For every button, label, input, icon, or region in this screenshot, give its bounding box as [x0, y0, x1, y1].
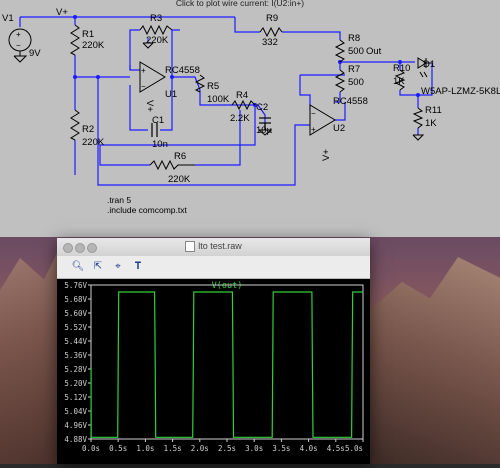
- x-tick-label: 4.0s: [300, 444, 318, 453]
- r5-label: R5: [207, 81, 219, 92]
- y-tick-label: 4.96V: [64, 421, 87, 430]
- r10-label: R10: [393, 63, 410, 74]
- vout-trace[interactable]: [90, 291, 363, 438]
- u2-label: U2: [333, 123, 345, 134]
- c2-label: C2: [256, 102, 268, 113]
- x-tick-label: 5.0s: [345, 444, 363, 453]
- net-out-label: Out: [366, 46, 382, 57]
- label-icon[interactable]: 𝐓: [131, 260, 145, 274]
- d1-label: D1: [423, 59, 435, 70]
- r6-symbol: [149, 159, 195, 171]
- y-tick-label: 5.52V: [64, 323, 87, 332]
- waveform-window[interactable]: lto test.raw 🔍︎ ⇱ ⌖ 𝐓 V(out) 5.76V 5.68V 5…: [57, 238, 370, 464]
- y-tick-label: 5.68V: [64, 295, 87, 304]
- x-tick-label: 1.5s: [164, 444, 182, 453]
- r11-symbol: [412, 107, 424, 129]
- r7-value: 500: [348, 77, 364, 88]
- svg-text:+: +: [311, 125, 316, 134]
- r11-label: R11: [425, 105, 442, 116]
- r7-label: R7: [348, 64, 360, 75]
- r4-value: 2.2K: [230, 113, 250, 124]
- y-tick-label: 4.88V: [64, 435, 87, 444]
- u2-vplus: V+: [321, 149, 332, 161]
- window-title: lto test.raw: [198, 241, 242, 251]
- r4-label: R4: [236, 90, 248, 101]
- r9-symbol: [259, 26, 283, 38]
- svg-text:+: +: [141, 66, 146, 75]
- u2-part: RC4558: [333, 96, 368, 107]
- file-icon: [185, 241, 196, 253]
- r8-label: R8: [348, 33, 360, 44]
- window-titlebar[interactable]: lto test.raw: [57, 238, 370, 256]
- y-tick-label: 5.76V: [64, 281, 87, 290]
- r9-value: 332: [262, 37, 278, 48]
- x-tick-label: 0.0s: [82, 444, 100, 453]
- plot-frame: [90, 284, 364, 440]
- x-tick-label: 2.0s: [191, 444, 209, 453]
- wallpaper-mountain-right: [360, 257, 500, 464]
- y-tick-label: 5.36V: [64, 351, 87, 360]
- x-tick-label: 3.5s: [272, 444, 290, 453]
- r1-value: 220K: [82, 40, 105, 51]
- y-tick-label: 5.44V: [64, 337, 87, 346]
- c1-label: C1: [152, 115, 164, 126]
- x-tick-label: 2.5s: [218, 444, 236, 453]
- vplus-label: V+: [56, 7, 68, 18]
- r5-value: 100K: [207, 94, 230, 105]
- r3-label: R3: [150, 13, 162, 24]
- zoom-icon[interactable]: 🔍︎: [71, 260, 85, 274]
- svg-text:+: +: [16, 30, 21, 39]
- v1-source[interactable]: + −: [8, 28, 32, 63]
- r6-value: 220K: [168, 174, 191, 185]
- r1-label: R1: [82, 29, 94, 40]
- r8-value: 500: [348, 46, 364, 57]
- svg-text:−: −: [141, 82, 146, 91]
- schematic-canvas[interactable]: Click to plot wire current: I(U2:in+) + …: [0, 0, 500, 237]
- r7-symbol: [334, 69, 346, 93]
- x-tick-label: 4.5s: [327, 444, 345, 453]
- r11-value: 1K: [425, 118, 437, 129]
- trace-label[interactable]: V(out): [212, 281, 243, 291]
- y-tick-label: 5.04V: [64, 407, 87, 416]
- r8-symbol: [334, 39, 346, 63]
- waveform-plot[interactable]: V(out) 5.76V 5.68V 5.60V 5.52V 5.44V 5.36V 5.2…: [57, 279, 370, 464]
- r3-value: 220K: [146, 35, 169, 46]
- waveform-chart[interactable]: V(out) 5.76V 5.68V 5.60V 5.52V 5.44V 5.36V 5.2…: [57, 279, 370, 464]
- r1-symbol: [69, 24, 80, 56]
- r2-symbol: [69, 109, 80, 141]
- y-tick-label: 5.60V: [64, 309, 87, 318]
- r2-value: 220K: [82, 137, 105, 148]
- y-tick-label: 5.28V: [64, 365, 87, 374]
- v1-value: 9V: [29, 48, 41, 59]
- svg-text:−: −: [16, 41, 21, 50]
- directive-tran[interactable]: .tran 5: [107, 195, 131, 205]
- schematic-drawing[interactable]: Click to plot wire current: I(U2:in+) +−…: [0, 0, 500, 237]
- autorange-icon[interactable]: ⇱: [91, 260, 105, 274]
- y-tick-label: 5.20V: [64, 379, 87, 388]
- u1-vplus: V+: [144, 100, 155, 112]
- u1-label: U1: [165, 89, 177, 100]
- x-tick-label: 1.0s: [136, 444, 154, 453]
- cursor-icon[interactable]: ⌖: [111, 260, 125, 274]
- c1-value: 10n: [152, 139, 168, 150]
- d1-part: W5AP-LZMZ-5K8L: [421, 86, 500, 97]
- v1-label: V1: [2, 13, 14, 24]
- svg-text:−: −: [311, 109, 316, 118]
- directive-include[interactable]: .include comcomp.txt: [107, 205, 187, 215]
- x-tick-label: 3.0s: [245, 444, 263, 453]
- y-tick-label: 5.12V: [64, 393, 87, 402]
- waveform-toolbar: 🔍︎ ⇱ ⌖ 𝐓: [57, 256, 370, 279]
- r9-label: R9: [266, 13, 278, 24]
- r6-label: R6: [174, 151, 186, 162]
- status-hint: Click to plot wire current: I(U2:in+): [176, 0, 304, 8]
- r2-label: R2: [82, 124, 94, 135]
- capacitors[interactable]: [151, 117, 271, 137]
- x-tick-label: 0.5s: [109, 444, 127, 453]
- r3-symbol: [139, 24, 173, 36]
- r10-value: 1K: [393, 76, 405, 87]
- u1-part: RC4558: [165, 65, 200, 76]
- c2-value: 10µ: [256, 125, 273, 136]
